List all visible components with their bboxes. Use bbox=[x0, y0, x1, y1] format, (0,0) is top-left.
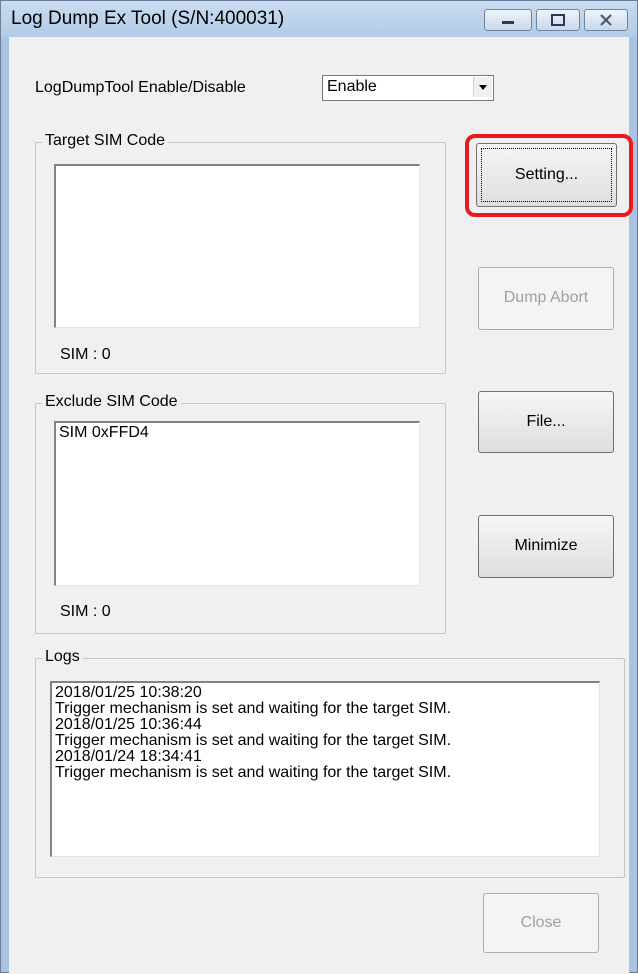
logs-list[interactable]: 2018/01/25 10:38:20 Trigger mechanism is… bbox=[50, 681, 600, 857]
exclude-sim-count: SIM : 0 bbox=[60, 603, 111, 620]
dump-abort-button[interactable]: Dump Abort bbox=[478, 267, 614, 330]
close-icon bbox=[600, 14, 612, 26]
setting-button[interactable]: Setting... bbox=[476, 143, 617, 207]
file-button-label: File... bbox=[526, 413, 566, 430]
log-line: 2018/01/24 18:34:41 bbox=[55, 748, 202, 765]
enable-disable-value: Enable bbox=[327, 78, 377, 95]
log-line: Trigger mechanism is set and waiting for… bbox=[55, 764, 452, 781]
minimize-button[interactable]: Minimize bbox=[478, 515, 614, 578]
minimize-button-label: Minimize bbox=[514, 537, 578, 554]
close-button-label: Close bbox=[520, 914, 562, 931]
enable-disable-select[interactable]: Enable bbox=[322, 75, 494, 101]
logs-group: Logs 2018/01/25 10:38:20 Trigger mechani… bbox=[35, 648, 625, 878]
list-item[interactable]: SIM 0xFFD4 bbox=[59, 425, 416, 441]
window-title: Log Dump Ex Tool (S/N:400031) bbox=[11, 8, 285, 29]
target-sim-group: Target SIM Code SIM : 0 bbox=[35, 132, 446, 374]
maximize-icon bbox=[551, 14, 565, 26]
exclude-sim-group-title: Exclude SIM Code bbox=[42, 393, 181, 411]
enable-disable-label: LogDumpTool Enable/Disable bbox=[35, 79, 246, 96]
target-sim-count: SIM : 0 bbox=[60, 346, 111, 363]
exclude-sim-list[interactable]: SIM 0xFFD4 bbox=[54, 421, 420, 586]
setting-button-label: Setting... bbox=[514, 166, 579, 183]
dump-abort-label: Dump Abort bbox=[503, 289, 589, 306]
logs-group-title: Logs bbox=[42, 648, 83, 666]
log-line: 2018/01/25 10:38:20 bbox=[55, 684, 202, 701]
chevron-down-icon bbox=[479, 85, 487, 90]
exclude-sim-group: Exclude SIM Code SIM 0xFFD4 SIM : 0 bbox=[35, 393, 446, 634]
log-line: 2018/01/25 10:36:44 bbox=[55, 716, 202, 733]
close-button[interactable]: Close bbox=[483, 893, 599, 953]
log-line: Trigger mechanism is set and waiting for… bbox=[55, 732, 452, 749]
title-bar[interactable]: Log Dump Ex Tool (S/N:400031) bbox=[1, 1, 637, 37]
target-sim-list[interactable] bbox=[54, 164, 420, 328]
log-line: Trigger mechanism is set and waiting for… bbox=[55, 700, 452, 717]
close-window-button[interactable] bbox=[584, 9, 628, 31]
minimize-icon bbox=[502, 21, 514, 24]
maximize-window-button[interactable] bbox=[536, 9, 580, 31]
target-sim-group-title: Target SIM Code bbox=[42, 132, 169, 150]
dropdown-button[interactable] bbox=[473, 77, 492, 97]
minimize-window-button[interactable] bbox=[484, 9, 532, 31]
client-area: LogDumpTool Enable/Disable Enable Target… bbox=[9, 37, 633, 974]
file-button[interactable]: File... bbox=[478, 391, 614, 453]
app-window: Log Dump Ex Tool (S/N:400031) LogDumpToo… bbox=[0, 0, 638, 974]
